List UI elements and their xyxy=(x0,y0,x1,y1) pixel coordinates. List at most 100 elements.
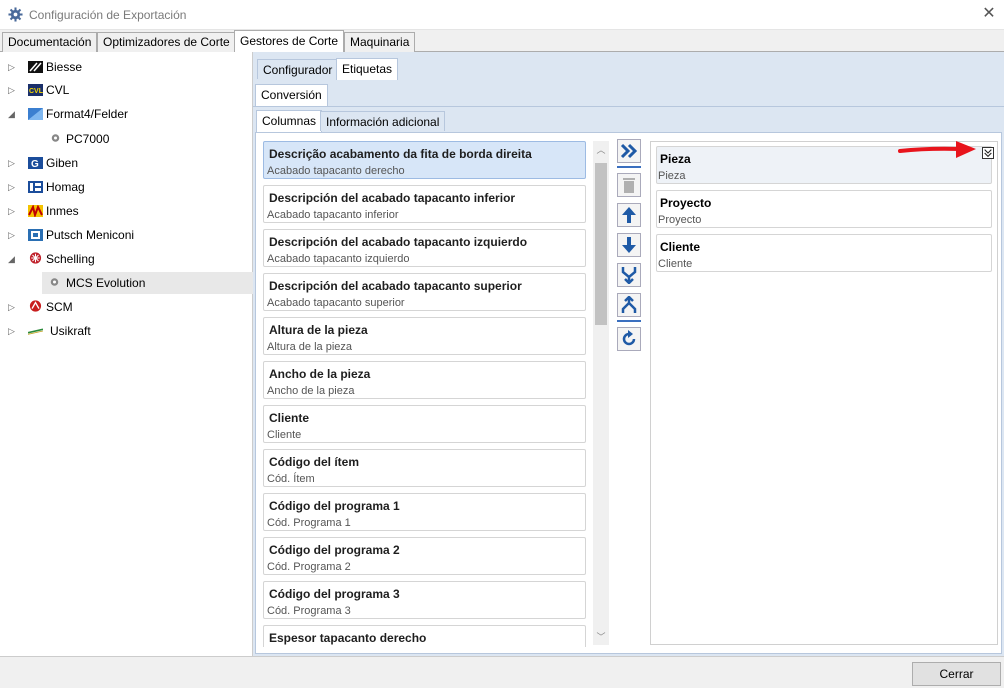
tree-item-inmes[interactable]: ▷ Inmes xyxy=(0,200,253,222)
tree-label: Format4/Felder xyxy=(46,107,129,121)
tab-gestores-de-corte[interactable]: Gestores de Corte xyxy=(234,30,345,52)
list-item[interactable]: Descripción del acabado tapacanto superi… xyxy=(263,273,586,311)
expand-arrow-icon[interactable]: ▷ xyxy=(8,56,18,78)
tree-label: Biesse xyxy=(46,60,83,74)
list-item[interactable]: Código del programa 2 Cód. Programa 2 xyxy=(263,537,586,575)
expand-arrow-icon[interactable]: ▷ xyxy=(8,79,18,101)
tab-documentacion[interactable]: Documentación xyxy=(2,32,98,52)
tree-item-giben[interactable]: ▷ G Giben xyxy=(0,152,253,174)
homag-icon xyxy=(28,181,43,193)
tab-optimizadores[interactable]: Optimizadores de Corte xyxy=(97,32,236,52)
tree-item-putsch[interactable]: ▷ Putsch Meniconi xyxy=(0,224,253,246)
close-button[interactable]: Cerrar xyxy=(912,662,1001,686)
expand-arrow-icon[interactable]: ▷ xyxy=(8,320,18,342)
window-title: Configuración de Exportación xyxy=(29,8,187,22)
merge-icon xyxy=(621,267,637,284)
etiquetas-panel: Conversión Columnas Información adiciona… xyxy=(253,80,1004,656)
refresh-button[interactable] xyxy=(617,327,641,351)
tab-conversion[interactable]: Conversión xyxy=(255,84,328,106)
move-up-button[interactable] xyxy=(617,203,641,227)
tree-item-usikraft[interactable]: ▷ Usikraft xyxy=(0,320,253,342)
top-tab-bar: Documentación Optimizadores de Corte Ges… xyxy=(0,30,1004,52)
toolbar-separator xyxy=(617,320,641,322)
tree-label: Homag xyxy=(46,180,85,194)
list-item[interactable]: Espesor tapacanto derecho xyxy=(263,625,586,647)
tab-informacion-adicional[interactable]: Información adicional xyxy=(320,111,446,131)
tree-item-cvl[interactable]: ▷ CVL CVL xyxy=(0,79,253,101)
list-item[interactable]: Descrição acabamento da fita de borda di… xyxy=(263,141,586,179)
tree-label: PC7000 xyxy=(66,132,110,146)
schelling-icon xyxy=(29,252,42,264)
list-item[interactable]: Descripción del acabado tapacanto inferi… xyxy=(263,185,586,223)
tree-item-format4[interactable]: ◢ Format4/Felder xyxy=(0,103,253,125)
collapse-arrow-icon[interactable]: ◢ xyxy=(8,248,18,270)
tree-item-schelling[interactable]: ◢ Schelling xyxy=(0,248,253,270)
tree-item-scm[interactable]: ▷ SCM xyxy=(0,296,253,318)
arrow-up-icon xyxy=(622,207,636,223)
red-arrow-annotation xyxy=(898,141,976,158)
expand-arrow-icon[interactable]: ▷ xyxy=(8,224,18,246)
list-scrollbar[interactable]: ︿ ﹀ xyxy=(593,141,609,645)
double-chevron-right-icon xyxy=(620,143,638,159)
expand-arrow-icon[interactable]: ▷ xyxy=(8,296,18,318)
trash-icon xyxy=(623,178,635,193)
tree-label: Inmes xyxy=(46,204,79,218)
split-button[interactable] xyxy=(617,293,641,317)
list-item[interactable]: Altura de la pieza Altura de la pieza xyxy=(263,317,586,355)
list-item[interactable]: Cliente Cliente xyxy=(263,405,586,443)
refresh-icon xyxy=(622,330,636,346)
expand-arrow-icon[interactable]: ▷ xyxy=(8,200,18,222)
tab-configurador[interactable]: Configurador xyxy=(257,59,339,79)
tree-item-biesse[interactable]: ▷ Biesse xyxy=(0,56,253,78)
tab-columnas[interactable]: Columnas xyxy=(256,110,323,132)
config-area: Configurador Etiquetas Conversión Column… xyxy=(253,52,1004,656)
list-item[interactable]: Proyecto Proyecto xyxy=(656,190,992,228)
tree-label: SCM xyxy=(46,300,73,314)
tab-etiquetas[interactable]: Etiquetas xyxy=(336,58,399,80)
footer-bar: Cerrar xyxy=(0,656,1004,688)
list-item[interactable]: Código del ítem Cód. Ítem xyxy=(263,449,586,487)
list-item[interactable]: Código del programa 1 Cód. Programa 1 xyxy=(263,493,586,531)
expand-arrow-icon[interactable]: ▷ xyxy=(8,152,18,174)
merge-button[interactable] xyxy=(617,263,641,287)
scroll-up-icon[interactable]: ︿ xyxy=(593,143,609,156)
list-item[interactable]: Descripción del acabado tapacanto izquie… xyxy=(263,229,586,267)
scroll-thumb[interactable] xyxy=(595,163,607,325)
tree-item-mcs-evolution[interactable]: MCS Evolution xyxy=(42,272,253,294)
scm-icon xyxy=(29,300,42,312)
list-item[interactable]: Cliente Cliente xyxy=(656,234,992,272)
tree-label: Schelling xyxy=(46,252,95,266)
add-column-button[interactable] xyxy=(617,139,641,163)
list-item[interactable]: Ancho de la pieza Ancho de la pieza xyxy=(263,361,586,399)
svg-text:G: G xyxy=(31,159,39,169)
scroll-down-icon[interactable]: ﹀ xyxy=(593,630,609,643)
format4-icon xyxy=(28,108,43,120)
putsch-icon xyxy=(28,229,43,241)
tree-item-pc7000[interactable]: PC7000 xyxy=(0,128,253,150)
selected-columns-list[interactable]: Pieza Pieza Proyecto Proyecto Cliente Clien… xyxy=(650,141,998,645)
title-bar: Configuración de Exportación ✕ xyxy=(0,0,1004,30)
cvl-icon: CVL xyxy=(28,84,43,96)
list-item[interactable]: Código del programa 3 Cód. Programa 3 xyxy=(263,581,586,619)
split-icon xyxy=(621,296,637,313)
gear-icon xyxy=(8,7,23,22)
biesse-icon xyxy=(28,61,43,73)
arrow-down-icon xyxy=(622,237,636,253)
tree-label: Putsch Meniconi xyxy=(46,228,135,242)
move-down-button[interactable] xyxy=(617,233,641,257)
collapse-arrow-icon[interactable]: ◢ xyxy=(8,103,18,125)
chevron-down-icon[interactable] xyxy=(982,147,994,159)
tree-item-homag[interactable]: ▷ Homag xyxy=(0,176,253,198)
gear-icon xyxy=(51,134,60,142)
svg-text:CVL: CVL xyxy=(29,88,43,95)
delete-column-button[interactable] xyxy=(617,173,641,197)
available-columns-list[interactable]: Descrição acabamento da fita de borda di… xyxy=(260,137,592,647)
manager-tree: ▷ Biesse ▷ CVL CVL ◢ Format4/Felder PC70… xyxy=(0,52,253,656)
inmes-icon xyxy=(28,205,43,217)
expand-arrow-icon[interactable]: ▷ xyxy=(8,176,18,198)
gear-icon xyxy=(50,278,59,286)
tab-maquinaria[interactable]: Maquinaria xyxy=(344,32,416,52)
toolbar-separator xyxy=(617,166,641,168)
close-icon[interactable]: ✕ xyxy=(974,0,1004,30)
usikraft-icon xyxy=(28,328,43,335)
